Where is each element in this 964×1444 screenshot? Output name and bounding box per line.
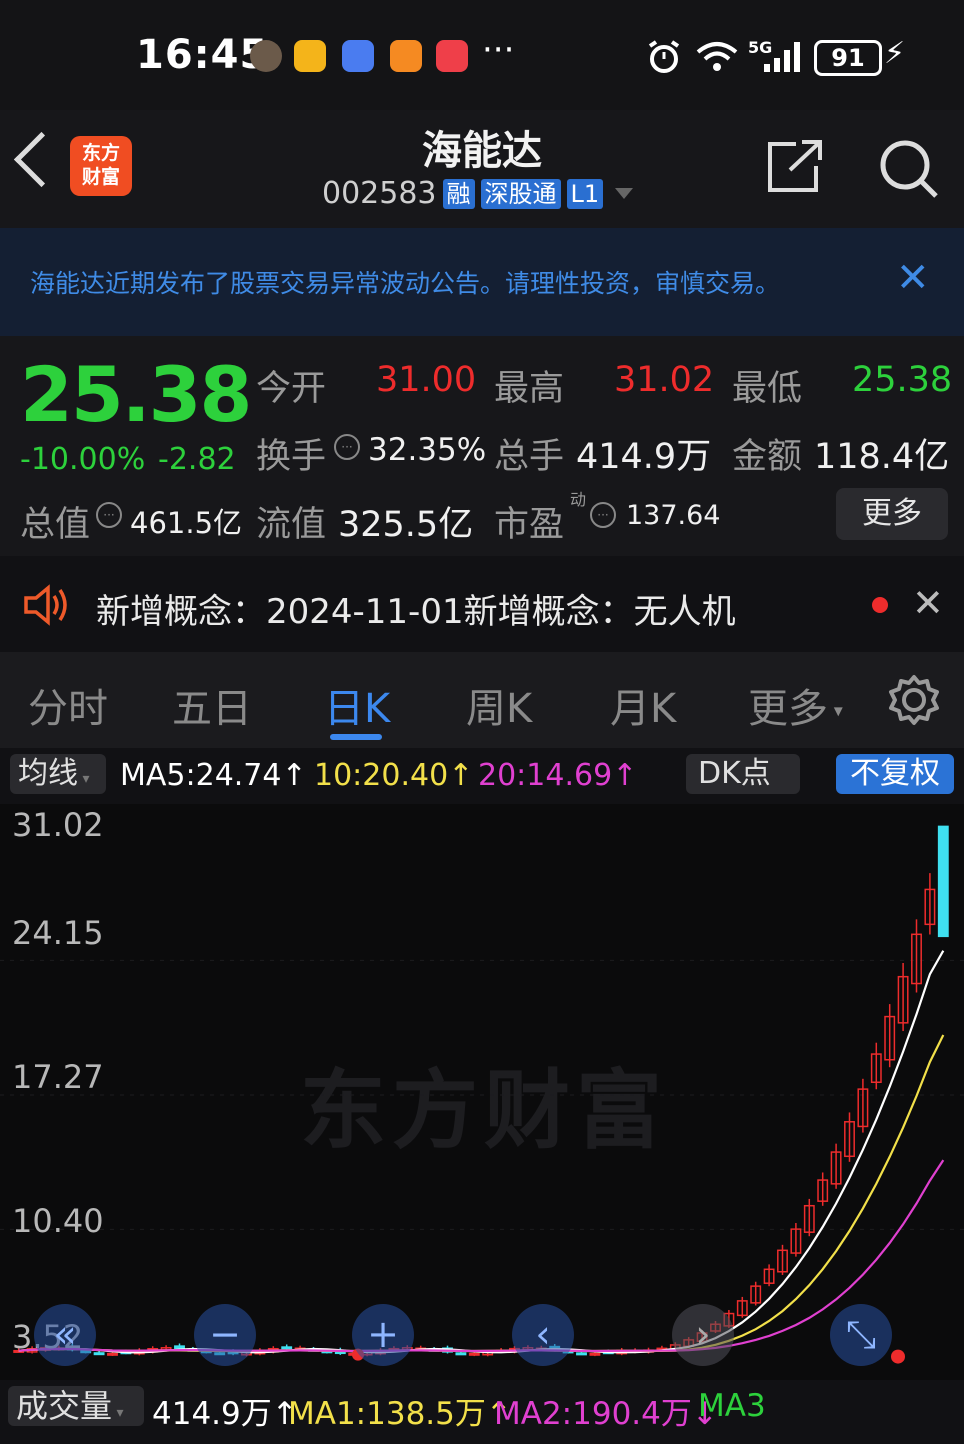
volume-value: 414.9万: [576, 437, 712, 477]
share-icon[interactable]: [766, 140, 824, 194]
wifi-icon: [696, 42, 738, 71]
info-icon[interactable]: ···: [96, 502, 122, 528]
close-icon[interactable]: ✕: [912, 583, 944, 623]
candle-body: [455, 1352, 467, 1356]
pe-superscript: 动: [570, 490, 587, 509]
tab-weekly-k[interactable]: 周K: [466, 676, 532, 734]
amount-value: 118.4亿: [814, 437, 950, 477]
amount-label: 金额: [732, 437, 803, 477]
volume-value: 414.9万↑: [152, 1396, 298, 1432]
margin-tag: 融: [442, 178, 475, 209]
zoom-out-icon[interactable]: −: [194, 1304, 256, 1366]
zoom-in-icon[interactable]: +: [352, 1304, 414, 1366]
ma10-value: 10:20.40↑: [314, 758, 474, 793]
search-icon[interactable]: [878, 138, 940, 200]
vol-ma3-value: MA3: [698, 1388, 766, 1424]
stock-code: 002583: [322, 176, 437, 211]
settings-gear-icon[interactable]: [888, 674, 940, 726]
vol-ma1-value: MA1:138.5万↑: [288, 1396, 512, 1432]
tab-more-label: 更多: [748, 686, 828, 732]
high-value: 31.02: [614, 360, 715, 400]
event-marker: [891, 1349, 905, 1364]
turnover-value: 32.35%: [368, 432, 487, 468]
pe-label: 市盈: [494, 505, 565, 545]
candle-body: [576, 1352, 587, 1356]
low-label: 最低: [732, 369, 803, 409]
candle-body: [107, 1352, 118, 1356]
kline-svg: [0, 825, 964, 1364]
mktcap-label: 总值: [20, 505, 91, 545]
chevron-down-icon: [615, 188, 634, 199]
ma20-value: 20:14.69↑: [478, 758, 638, 793]
adjust-button[interactable]: 不复权: [836, 754, 954, 794]
candle-body: [937, 825, 949, 938]
more-notifications-icon: ···: [482, 30, 515, 70]
scroll-right-icon[interactable]: ›: [672, 1304, 734, 1366]
tab-daily-k[interactable]: 日K: [324, 676, 390, 734]
charging-icon: ⚡: [884, 36, 906, 71]
level-tag: L1: [566, 178, 604, 209]
active-tab-underline: [330, 734, 382, 740]
tab-monthly-k[interactable]: 月K: [610, 676, 676, 734]
tab-more[interactable]: 更多 ▾: [748, 676, 843, 734]
ma5-value: MA5:24.74↑: [120, 758, 307, 793]
mktcap-value: 461.5亿: [130, 506, 243, 540]
scroll-to-start-icon[interactable]: «: [34, 1304, 96, 1366]
stock-code-row[interactable]: 002583 融 深股通 L1: [322, 176, 634, 211]
tab-intraday[interactable]: 分时: [28, 676, 108, 734]
change-amount: -2.82: [158, 442, 236, 477]
close-icon[interactable]: ✕: [896, 258, 930, 298]
connect-tag: 深股通: [480, 178, 561, 209]
info-icon[interactable]: ···: [334, 434, 360, 460]
candle-body: [93, 1352, 105, 1356]
scroll-left-icon[interactable]: ‹: [512, 1304, 574, 1366]
indicator-select[interactable]: 均线 ▾: [10, 754, 106, 794]
current-price: 25.38: [20, 350, 252, 439]
speaker-icon: [24, 584, 67, 626]
pe-value: 137.64: [626, 500, 721, 531]
indicator-select-label: 均线: [18, 756, 78, 791]
y-tick-label: 10.40: [12, 1202, 104, 1240]
y-tick-label: 24.15: [12, 914, 104, 952]
dk-point-toggle[interactable]: DK点: [686, 754, 800, 794]
volume-select-label: 成交量: [16, 1387, 113, 1425]
candle-body: [174, 1345, 185, 1349]
music-icon: [342, 40, 374, 72]
info-icon[interactable]: ···: [590, 502, 616, 528]
float-value: 325.5亿: [338, 505, 474, 545]
change-percent: -10.00%: [20, 442, 146, 477]
battery-indicator: 91: [814, 40, 882, 76]
float-label: 流值: [256, 505, 327, 545]
vol-ma2-value: MA2:190.4万↓: [494, 1396, 718, 1432]
low-value: 25.38: [852, 360, 953, 400]
y-tick-label: 31.02: [12, 806, 104, 844]
app-icon: [390, 40, 422, 72]
weibo-icon: [294, 40, 326, 72]
more-button[interactable]: 更多: [836, 488, 948, 540]
open-value: 31.00: [376, 360, 477, 400]
volume-label: 总手: [494, 437, 565, 477]
tab-five-day[interactable]: 五日: [172, 676, 252, 734]
alarm-icon: [648, 40, 680, 73]
volume-select[interactable]: 成交量 ▾: [8, 1386, 144, 1426]
fullscreen-icon[interactable]: ⤡: [830, 1304, 892, 1366]
unread-dot: [872, 597, 888, 613]
candle-body: [468, 1352, 480, 1356]
app-icon-2: [436, 40, 468, 72]
status-time: 16:45: [136, 32, 269, 78]
signal-icon: [764, 42, 800, 72]
open-label: 今开: [256, 369, 327, 409]
high-label: 最高: [494, 369, 565, 409]
candle-body: [589, 1352, 601, 1356]
ma5-line: [18, 950, 945, 1354]
y-tick-label: 17.27: [12, 1058, 104, 1096]
risk-notice-text[interactable]: 海能达近期发布了股票交易异常波动公告。请理性投资，审慎交易。: [30, 264, 780, 300]
ma10-line: [18, 1034, 945, 1353]
avatar-icon: [250, 40, 282, 72]
candle-body: [281, 1346, 293, 1350]
turnover-label: 换手: [256, 437, 327, 477]
concept-text[interactable]: 新增概念：2024-11-01新增概念：无人机: [96, 584, 736, 633]
